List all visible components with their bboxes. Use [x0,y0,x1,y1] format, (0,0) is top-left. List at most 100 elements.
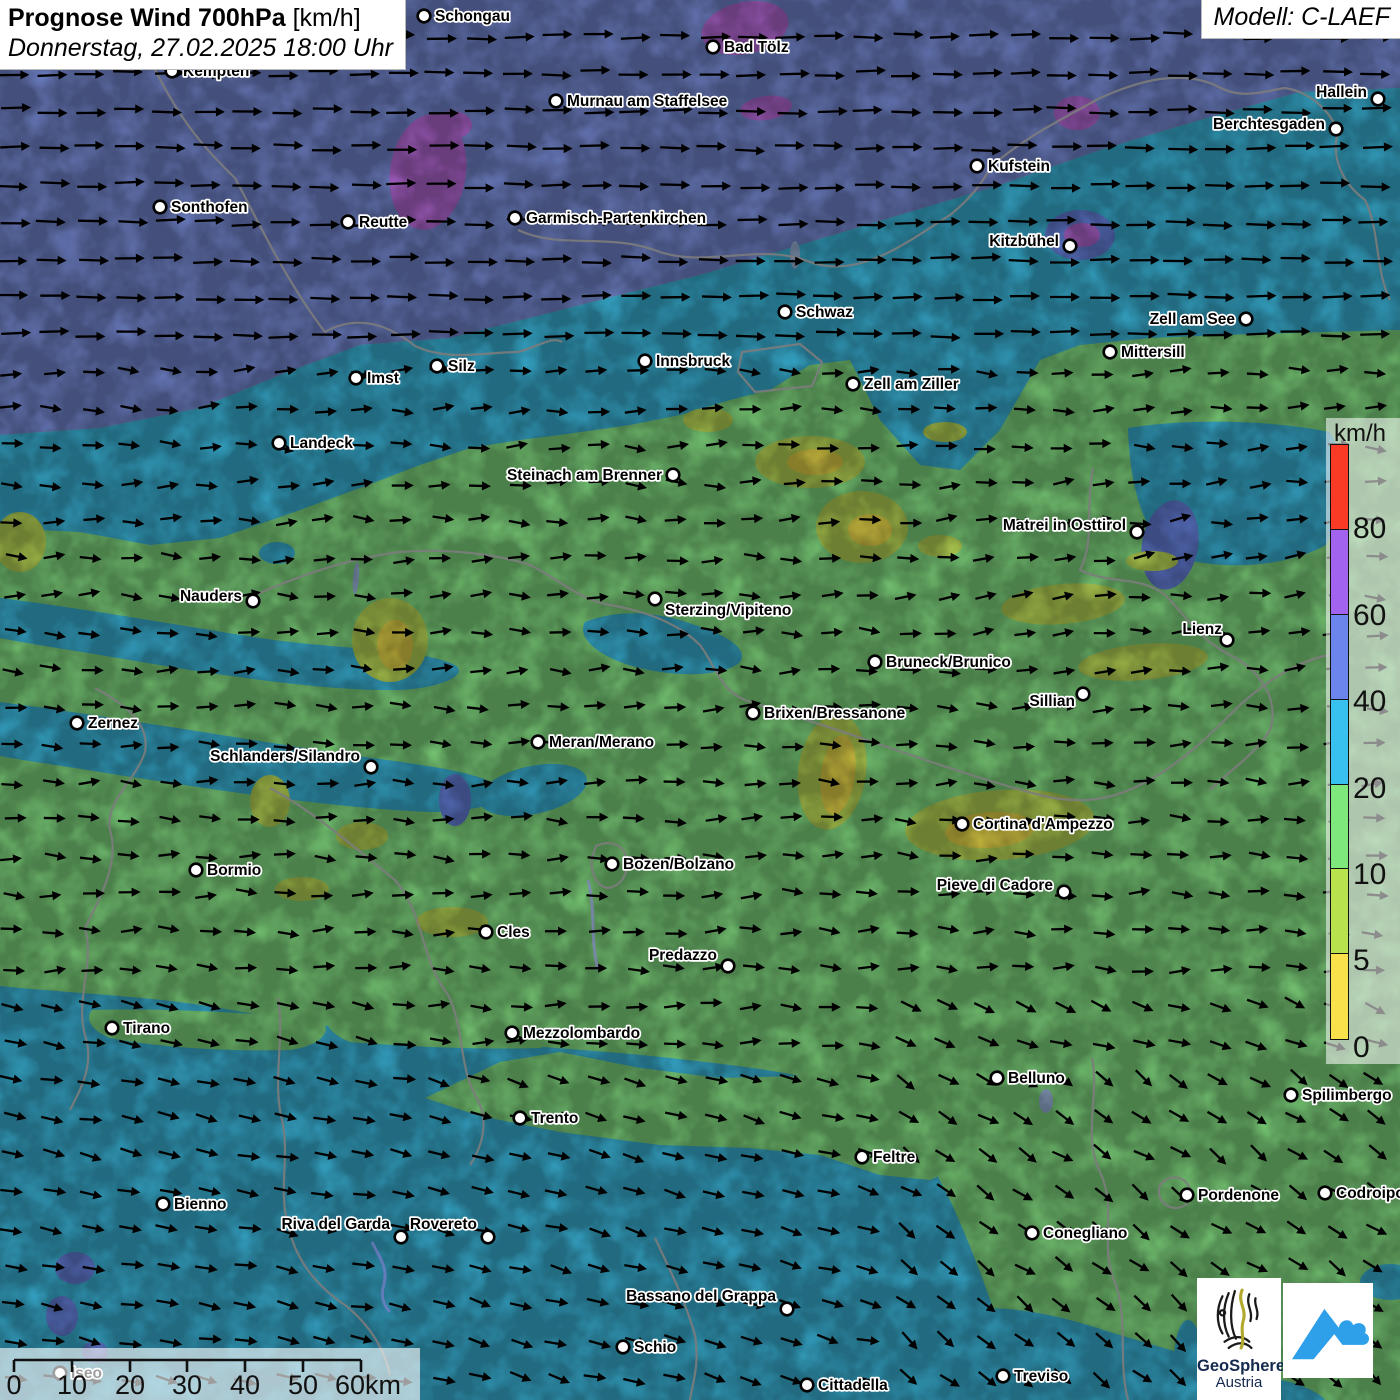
legend-label-80: 80 [1353,514,1399,544]
legend-label-20: 20 [1353,774,1399,804]
title-parameter: Prognose Wind 700hPa [8,4,286,32]
city-label: Kitzbühel [989,233,1059,250]
legend-seg-0 [1330,953,1349,1039]
city-marker [997,1370,1010,1383]
city-marker [247,595,260,608]
city-zell-am-ziller: Zell am Ziller [847,376,959,393]
legend-label-40: 40 [1353,687,1399,717]
city-marker [956,818,969,831]
city-label: Mittersill [1121,344,1185,361]
city-label: Imst [367,370,399,387]
city-label: Kufstein [988,158,1050,175]
city-marker [1131,526,1144,539]
legend-seg-60 [1330,529,1349,615]
city-label: Conegliano [1043,1225,1127,1242]
city-marker [106,1022,119,1035]
city-label: Riva del Garda [281,1216,390,1233]
city-marker [722,960,735,973]
city-label: Lienz [1182,621,1222,638]
city-label: Feltre [873,1149,916,1166]
legend-label-60: 60 [1353,601,1399,631]
title-box: Prognose Wind 700hPa [km/h] Donnerstag, … [0,0,406,70]
city-label: Predazzo [649,947,717,964]
city-marker [1181,1189,1194,1202]
geosphere-logo: GeoSphere Austria [1197,1278,1281,1400]
map-canvas: SchongauBad TölzKemptenMurnau am Staffel… [0,0,1400,1400]
city-marker [1240,313,1253,326]
city-marker [991,1072,1004,1085]
city-marker [856,1151,869,1164]
city-marker [707,41,720,54]
city-marker [509,212,522,225]
city-marker [506,1027,519,1040]
scalebar-label-50: 50 [288,1370,318,1400]
city-label: Spilimbergo [1302,1087,1392,1104]
city-label: Berchtesgaden [1213,116,1325,133]
city-marker [514,1112,527,1125]
legend-colorbar [1330,446,1349,1040]
geosphere-contour-icon [1208,1286,1270,1352]
city-label: Schlanders/Silandro [210,748,360,765]
city-marker [1064,240,1077,253]
city-marker [395,1231,408,1244]
city-imst: Imst [350,370,399,387]
city-marker [847,378,860,391]
city-tirano: Tirano [106,1020,170,1037]
city-label: Matrei in Osttirol [1003,517,1126,534]
city-marker [190,864,203,877]
city-marker [747,707,760,720]
city-label: Steinach am Brenner [507,467,662,484]
city-marker [157,1198,170,1211]
city-label: Zell am See [1150,311,1236,328]
valid-time: Donnerstag, 27.02.2025 18:00 Uhr [8,34,393,63]
city-label: Hallein [1316,84,1367,101]
legend-seg-80 [1330,444,1349,530]
city-marker [1104,346,1117,359]
city-label: Meran/Merano [549,734,654,751]
legend-label-5: 5 [1353,946,1399,976]
city-label: Zernez [88,715,138,732]
city-marker [1330,123,1343,136]
city-label: Pieve di Cadore [937,877,1054,894]
title-unit: [km/h] [286,4,361,32]
legend-seg-40 [1330,614,1349,700]
city-marker [1319,1187,1332,1200]
city-reutte: Reutte [342,214,408,231]
city-schio: Schio [617,1339,677,1356]
city-label: Rovereto [410,1216,477,1233]
city-marker [869,656,882,669]
mountain-cloud-icon [1283,1283,1373,1378]
city-marker [342,216,355,229]
city-label: Schio [634,1339,676,1356]
city-label: Nauders [180,588,242,605]
city-label: Pordenone [1198,1187,1279,1204]
city-cortina-d-ampezzo: Cortina d'Ampezzo [956,816,1113,833]
scalebar-label-0: 0 [6,1370,21,1400]
city-marker [1077,688,1090,701]
scalebar-label-30: 30 [172,1370,202,1400]
city-label: Treviso [1014,1368,1068,1385]
city-label: Garmisch-Partenkirchen [526,210,706,227]
city-label: Schwaz [796,304,853,321]
scale-bar-ruler: 0102030405060km [0,1348,420,1400]
city-cles: Cles [480,924,530,941]
city-label: Reutte [359,214,408,231]
city-label: Sonthofen [171,199,248,216]
city-marker [532,736,545,749]
city-label: Landeck [290,435,353,452]
city-marker [550,95,563,108]
city-mezzolombardo: Mezzolombardo [506,1025,640,1042]
city-label: Bormio [207,862,261,879]
city-marker [154,201,167,214]
scalebar-label-60km: 60km [335,1370,401,1400]
city-label: Silz [448,358,475,375]
city-label: Bienno [174,1196,227,1213]
city-bozen-bolzano: Bozen/Bolzano [606,856,734,873]
city-label: Zell am Ziller [864,376,959,393]
city-marker [482,1231,495,1244]
city-marker [1285,1089,1298,1102]
city-label: Mezzolombardo [523,1025,640,1042]
city-garmisch-partenkirchen: Garmisch-Partenkirchen [509,210,706,227]
city-marker [1221,634,1234,647]
legend-seg-5 [1330,868,1349,954]
